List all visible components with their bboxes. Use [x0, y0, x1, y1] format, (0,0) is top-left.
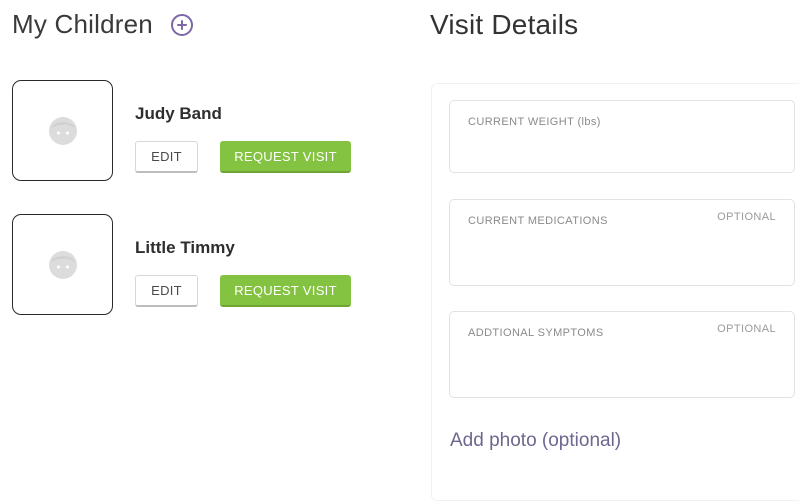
- child-name: Little Timmy: [135, 238, 235, 257]
- page: My Children Judy Band EDIT REQUEST VISIT: [0, 0, 799, 504]
- edit-child-button[interactable]: EDIT: [135, 275, 198, 307]
- child-avatar: [12, 214, 113, 315]
- current-weight-input[interactable]: [464, 133, 780, 164]
- children-title: My Children: [12, 9, 153, 39]
- add-photo-link[interactable]: Add photo (optional): [450, 430, 621, 452]
- child-face-icon: [48, 116, 77, 145]
- field-label: CURRENT WEIGHT (lbs): [468, 116, 601, 128]
- field-label: CURRENT MEDICATIONS: [468, 215, 608, 227]
- additional-symptoms-input[interactable]: [464, 344, 780, 389]
- child-name: Judy Band: [135, 104, 222, 123]
- additional-symptoms-field[interactable]: ADDTIONAL SYMPTOMS OPTIONAL: [449, 311, 795, 398]
- visit-details-title: Visit Details: [430, 9, 579, 40]
- optional-tag: OPTIONAL: [717, 323, 776, 335]
- children-header: My Children: [12, 9, 193, 40]
- field-label: ADDTIONAL SYMPTOMS: [468, 327, 604, 339]
- optional-tag: OPTIONAL: [717, 211, 776, 223]
- child-card: Little Timmy EDIT REQUEST VISIT: [12, 214, 382, 316]
- current-medications-input[interactable]: [464, 232, 780, 277]
- request-visit-button[interactable]: REQUEST VISIT: [220, 141, 351, 173]
- current-weight-field[interactable]: CURRENT WEIGHT (lbs): [449, 100, 795, 173]
- child-face-icon: [48, 250, 77, 279]
- edit-child-button[interactable]: EDIT: [135, 141, 198, 173]
- request-visit-button[interactable]: REQUEST VISIT: [220, 275, 351, 307]
- add-child-icon[interactable]: [170, 13, 193, 36]
- child-card: Judy Band EDIT REQUEST VISIT: [12, 80, 382, 182]
- child-avatar: [12, 80, 113, 181]
- current-medications-field[interactable]: CURRENT MEDICATIONS OPTIONAL: [449, 199, 795, 286]
